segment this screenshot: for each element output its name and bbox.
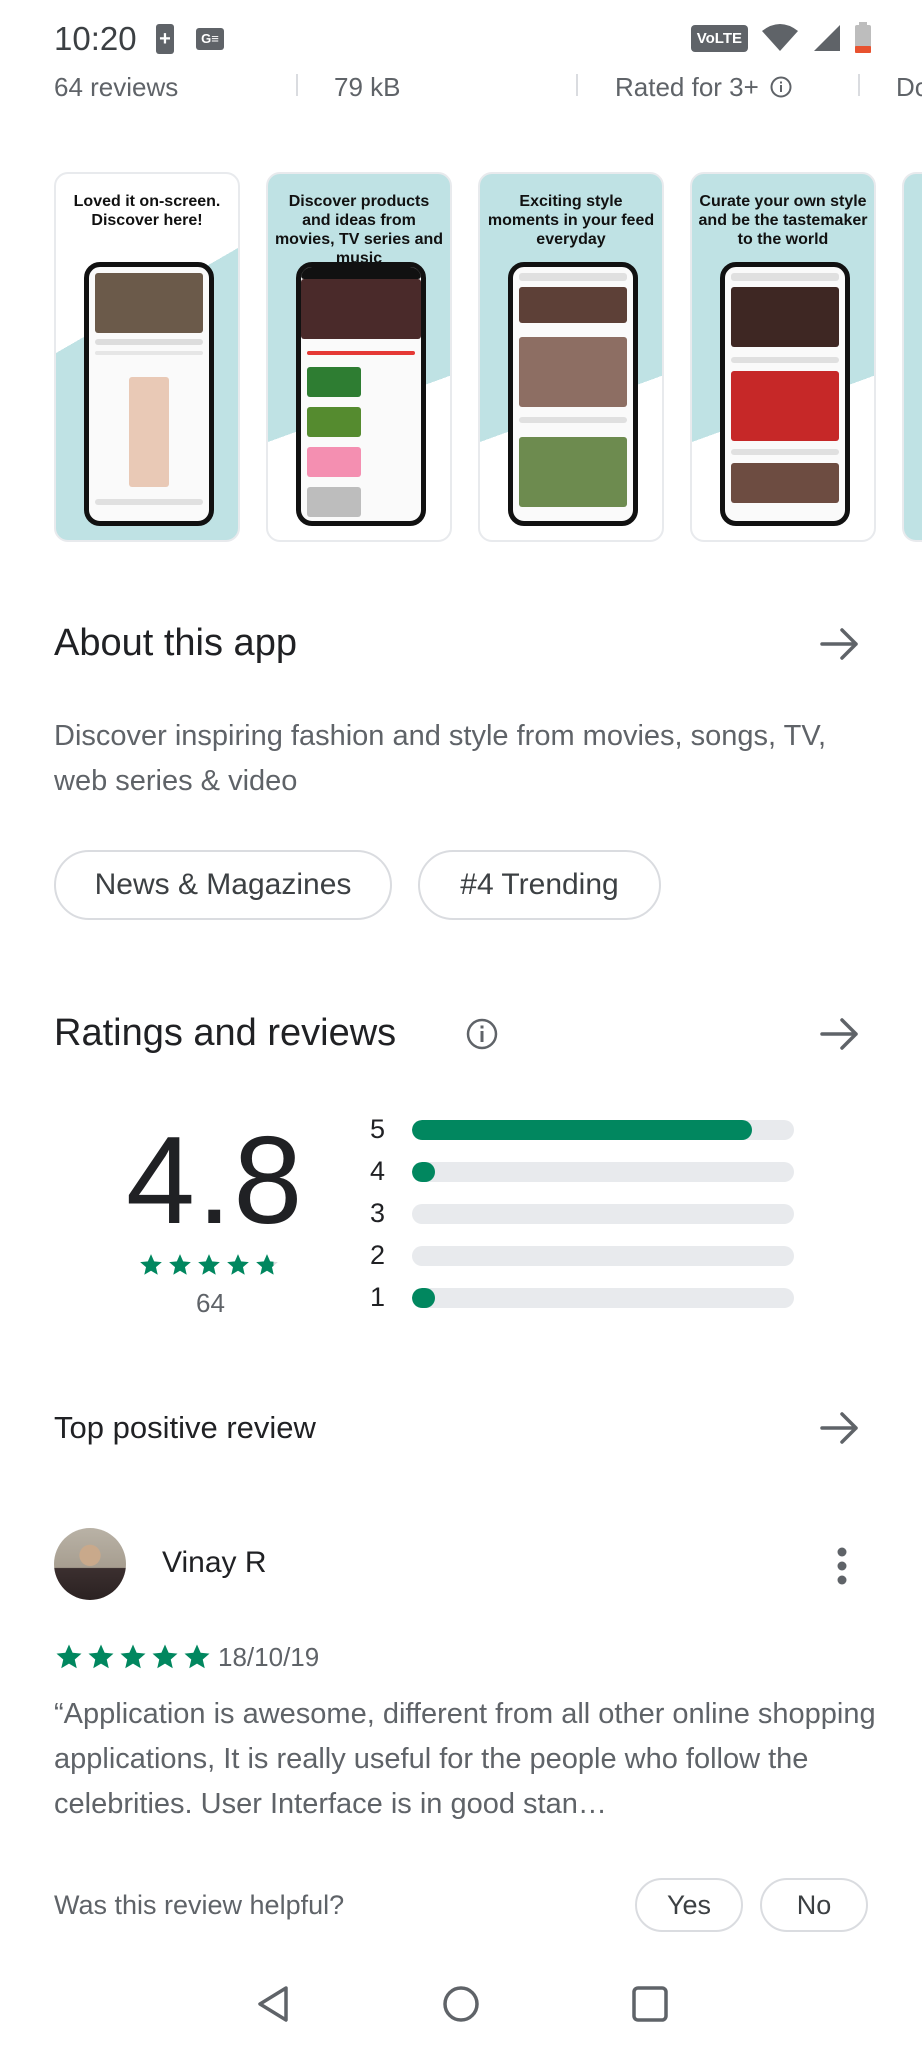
battery-saver-icon: +: [156, 24, 174, 54]
divider: [858, 74, 860, 96]
ratings-arrow-icon[interactable]: [818, 1012, 862, 1056]
star-icon: [184, 1644, 210, 1669]
top-review-title[interactable]: Top positive review: [54, 1410, 316, 1446]
signal-icon: [814, 25, 840, 51]
phone-mockup: [508, 262, 638, 526]
back-icon[interactable]: [252, 1982, 296, 2026]
status-left-icons: + G≡: [156, 24, 224, 54]
rating-bar-label: 3: [370, 1198, 386, 1228]
about-title[interactable]: About this app: [54, 622, 297, 665]
rating-bar-row: 2: [370, 1240, 800, 1270]
status-right-icons: VoLTE: [690, 22, 872, 54]
star-icon: [88, 1644, 114, 1669]
reviews-count-label: 64 reviews: [54, 72, 179, 102]
average-rating: 4.8: [126, 1112, 305, 1250]
phone-mockup: [296, 262, 426, 526]
info-icon: [770, 76, 792, 98]
rating-bar-label: 2: [370, 1240, 386, 1270]
avatar: [54, 1528, 126, 1600]
about-arrow-icon[interactable]: [818, 622, 862, 666]
rating-bar-label: 1: [370, 1282, 386, 1312]
ratings-title[interactable]: Ratings and reviews: [54, 1012, 396, 1055]
rating-bar-track: [412, 1120, 794, 1140]
star-icon: [56, 1644, 82, 1669]
rating-bar-label: 4: [370, 1156, 386, 1186]
about-description: Discover inspiring fashion and style fro…: [54, 720, 827, 797]
divider: [296, 74, 298, 96]
star-icon: [256, 1254, 278, 1275]
content-rating-label[interactable]: Rated for 3+: [615, 72, 792, 103]
review-stars: [54, 1642, 212, 1672]
phone-mockup: [720, 262, 850, 526]
screenshots-carousel[interactable]: Loved it on-screen. Discover here! Disco…: [54, 172, 922, 542]
screenshot-caption: Discover products and ideas from movies,…: [274, 193, 444, 267]
home-icon[interactable]: [439, 1982, 483, 2026]
app-info-row: 64 reviews 79 kB Rated for 3+ Do: [0, 72, 922, 112]
rating-bar-track: [412, 1246, 794, 1266]
screenshot-caption: Exciting style moments in your feed ever…: [487, 193, 655, 248]
top-review-arrow-icon[interactable]: [818, 1406, 862, 1450]
recents-icon[interactable]: [628, 1982, 672, 2026]
rating-bar-track: [412, 1162, 794, 1182]
screenshot-3[interactable]: Exciting style moments in your feed ever…: [478, 172, 664, 542]
star-icon: [140, 1254, 162, 1275]
star-icon: [227, 1254, 249, 1275]
battery-icon: [855, 22, 871, 53]
rating-bar-row: 4: [370, 1156, 800, 1186]
more-options-icon[interactable]: [836, 1546, 848, 1586]
helpful-question: Was this review helpful?: [54, 1890, 345, 1920]
helpful-yes-button[interactable]: Yes: [635, 1878, 743, 1932]
screenshot-2[interactable]: Discover products and ideas from movies,…: [266, 172, 452, 542]
status-bar: 10:20 + G≡ VoLTE: [0, 0, 922, 80]
rating-bar-track: [412, 1288, 794, 1308]
screenshot-caption: Loved it on-screen. Discover here!: [73, 193, 221, 229]
rating-bar-label: 5: [370, 1114, 386, 1144]
status-time: 10:20: [54, 20, 137, 57]
system-nav-bar: [0, 1960, 922, 2048]
downloads-label-partial: Do: [896, 72, 922, 102]
info-icon[interactable]: [465, 1017, 499, 1051]
wifi-icon: [762, 24, 798, 51]
rating-bar-row: 3: [370, 1198, 800, 1228]
rating-bar-fill: [412, 1288, 435, 1308]
screenshot-4[interactable]: Curate your own style and be the tastema…: [690, 172, 876, 542]
screenshot-5-partial[interactable]: [902, 172, 922, 542]
rating-bar-row: 1: [370, 1282, 800, 1312]
star-icon: [120, 1644, 146, 1669]
reviewer-name: Vinay R: [162, 1546, 267, 1579]
screenshot-caption: Curate your own style and be the tastema…: [698, 193, 868, 248]
review-text: “Application is awesome, different from …: [54, 1698, 876, 1820]
rating-count: 64: [196, 1288, 225, 1318]
star-icon: [198, 1254, 220, 1275]
phone-mockup: [84, 262, 214, 526]
news-notification-icon: G≡: [196, 28, 224, 50]
content-rating-text: Rated for 3+: [615, 72, 759, 102]
review-date: 18/10/19: [218, 1642, 320, 1672]
rating-bar-row: 5: [370, 1114, 800, 1144]
divider: [576, 74, 578, 96]
average-rating-stars: [138, 1252, 280, 1278]
rating-bar-track: [412, 1204, 794, 1224]
category-chip[interactable]: News & Magazines: [54, 850, 392, 920]
screenshot-1[interactable]: Loved it on-screen. Discover here!: [54, 172, 240, 542]
star-icon: [169, 1254, 191, 1275]
trending-chip[interactable]: #4 Trending: [418, 850, 661, 920]
rating-bar-fill: [412, 1162, 435, 1182]
app-size-label: 79 kB: [334, 72, 401, 102]
rating-bar-fill: [412, 1120, 752, 1140]
star-icon: [152, 1644, 178, 1669]
helpful-no-button[interactable]: No: [760, 1878, 868, 1932]
volte-badge: VoLTE: [690, 24, 748, 52]
